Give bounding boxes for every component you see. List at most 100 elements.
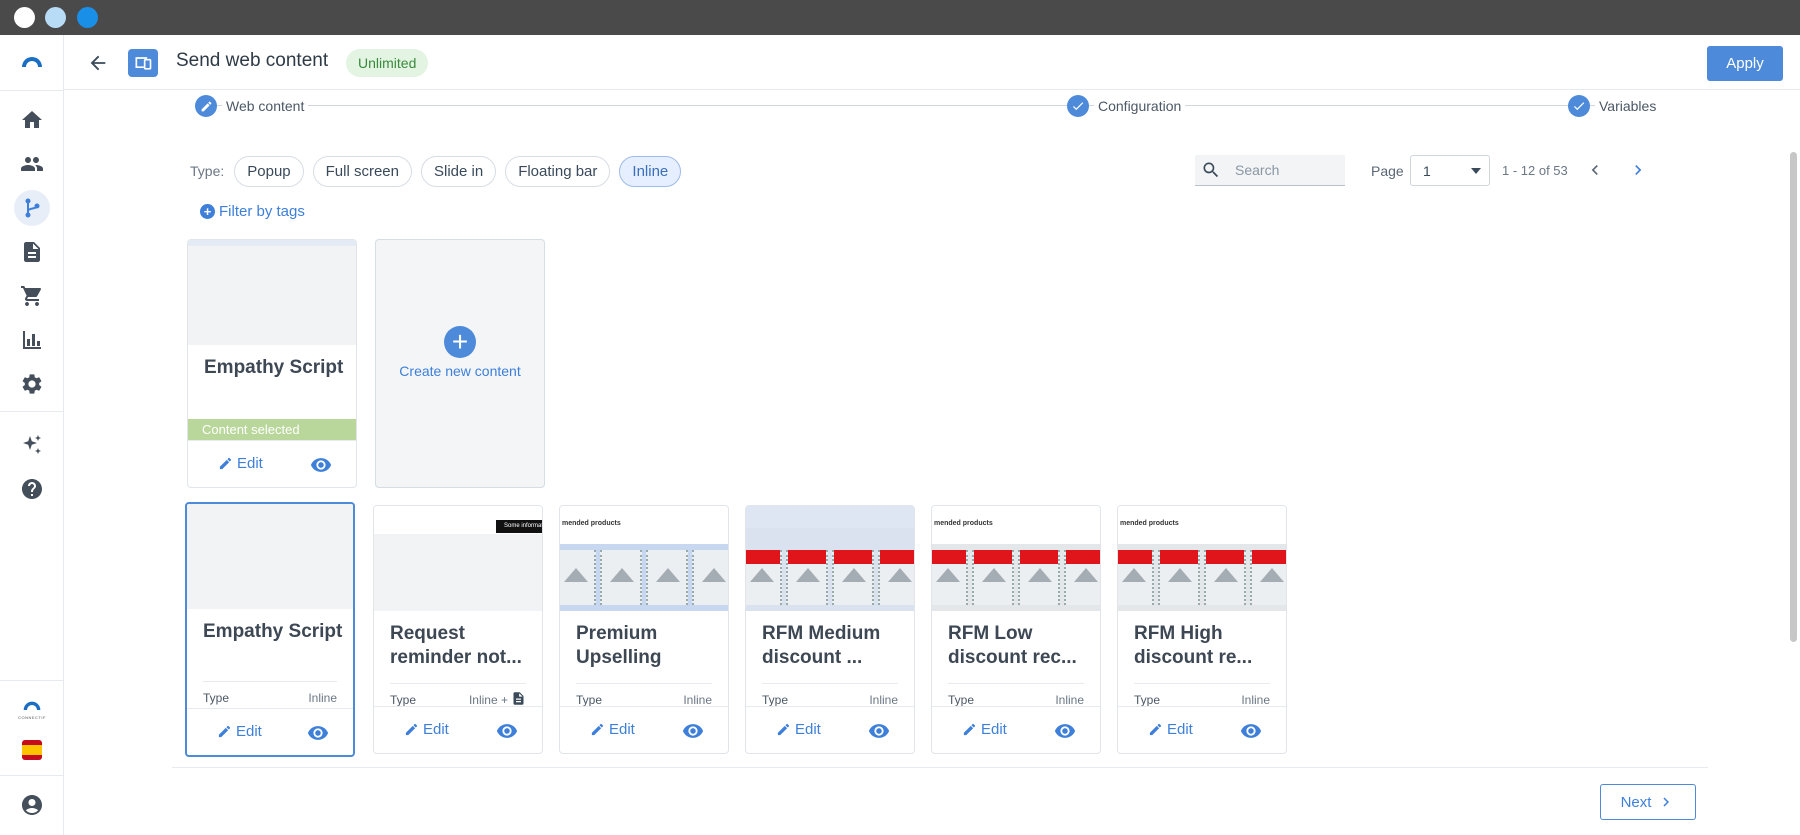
card-type-row: Type Inline: [576, 683, 712, 707]
cart-icon[interactable]: [14, 278, 50, 314]
card-actions: Edit: [374, 706, 542, 753]
footer-divider: [172, 767, 1708, 768]
type-chip-inline[interactable]: Inline: [619, 155, 682, 187]
gear-icon[interactable]: [14, 366, 50, 402]
pencil-icon[interactable]: [195, 95, 217, 117]
window-titlebar: [0, 0, 1800, 35]
window-close-dot[interactable]: [14, 7, 35, 28]
check-icon[interactable]: [1568, 95, 1590, 117]
content-thumbnail: mended products: [560, 506, 728, 611]
limit-badge: Unlimited: [346, 49, 429, 77]
pencil-icon: [218, 725, 231, 738]
contacts-icon[interactable]: [14, 146, 50, 182]
search-input[interactable]: [1235, 159, 1335, 181]
type-chip-full-screen[interactable]: Full screen: [312, 155, 412, 187]
home-icon[interactable]: [14, 102, 50, 138]
card-type-value: Inline: [1055, 693, 1084, 707]
edit-button[interactable]: Edit: [776, 721, 821, 738]
logo-icon[interactable]: [14, 43, 50, 79]
step-configuration[interactable]: Configuration: [1094, 98, 1186, 114]
page-title: Send web content: [176, 50, 329, 71]
type-chip-floating-bar[interactable]: Floating bar: [505, 155, 611, 187]
preview-button[interactable]: [868, 720, 890, 747]
preview-button[interactable]: [1240, 720, 1262, 747]
account-icon[interactable]: [14, 787, 50, 823]
edit-button[interactable]: Edit: [590, 721, 635, 738]
page-select[interactable]: 1: [1410, 155, 1490, 186]
thumbnail-header: [746, 506, 914, 528]
content-card[interactable]: mended products Premium Upselling Type I…: [559, 505, 729, 754]
preview-button[interactable]: [307, 722, 329, 749]
spain-flag-icon[interactable]: [22, 740, 42, 760]
eye-icon: [1054, 724, 1076, 738]
card-title: RFM Medium discount ...: [762, 623, 881, 668]
content-card[interactable]: RFM Medium discount ... Type Inline Edit: [745, 505, 915, 754]
caret-down-icon: [1471, 168, 1481, 174]
next-page-button[interactable]: [1626, 158, 1650, 182]
window-minimize-dot[interactable]: [45, 7, 66, 28]
card-type-row: Type Inline: [1134, 683, 1270, 707]
next-button[interactable]: Next: [1600, 784, 1696, 820]
type-filter-label: Type:: [190, 163, 225, 179]
filter-by-tags-link[interactable]: + Filter by tags: [200, 203, 305, 220]
help-icon[interactable]: [14, 471, 50, 507]
window-maximize-dot[interactable]: [77, 7, 98, 28]
brand-label: CONNECTIF: [18, 715, 46, 720]
edit-button[interactable]: Edit: [218, 455, 263, 472]
apply-button[interactable]: Apply: [1707, 46, 1783, 81]
content-card[interactable]: Some informat Request reminder not... Ty…: [373, 505, 543, 754]
card-title: Request reminder not...: [390, 623, 522, 668]
card-actions: Edit: [560, 706, 728, 753]
create-new-content-card[interactable]: + Create new content: [375, 239, 545, 488]
vertical-scrollbar[interactable]: [1790, 152, 1797, 642]
check-icon[interactable]: [1067, 95, 1089, 117]
bar-chart-icon[interactable]: [14, 322, 50, 358]
thumbnail-tile: [786, 550, 828, 605]
card-type-label: Type: [576, 693, 603, 707]
edit-button[interactable]: Edit: [1148, 721, 1193, 738]
sidebar-divider: [0, 411, 64, 412]
content-card[interactable]: mended products RFM Low discount rec... …: [931, 505, 1101, 754]
content-thumbnail: mended products: [1118, 506, 1286, 611]
edit-label: Edit: [981, 721, 1007, 738]
preview-button[interactable]: [682, 720, 704, 747]
card-type-value: Inline: [308, 691, 337, 705]
document-icon[interactable]: [14, 234, 50, 270]
content-card[interactable]: mended products RFM High discount re... …: [1117, 505, 1287, 754]
content-thumbnail: [188, 240, 356, 345]
card-title: RFM Low discount rec...: [948, 623, 1077, 668]
card-type-label: Type: [948, 693, 975, 707]
brand-logo: CONNECTIF: [10, 697, 54, 725]
step-web-content[interactable]: Web content: [222, 98, 309, 114]
preview-button[interactable]: [1054, 720, 1076, 747]
pencil-icon: [963, 723, 976, 736]
connectif-logo-icon: [23, 701, 41, 710]
type-chip-popup[interactable]: Popup: [234, 155, 304, 187]
preview-button[interactable]: [310, 454, 332, 481]
step-variables[interactable]: Variables: [1595, 98, 1661, 114]
thumbnail-text: Some informat: [496, 520, 542, 533]
content-selected-status: Content selected: [188, 419, 356, 441]
workflow-icon[interactable]: [14, 190, 50, 226]
card-actions: Edit: [746, 706, 914, 753]
edit-button[interactable]: Edit: [404, 721, 449, 738]
thumbnail-tile: [878, 550, 914, 605]
thumbnail-tile: [972, 550, 1014, 605]
preview-button[interactable]: [496, 720, 518, 747]
card-type-row: Type Inline: [948, 683, 1084, 707]
thumbnail-tile: [1158, 550, 1200, 605]
previous-page-button[interactable]: [1583, 158, 1607, 182]
thumbnail-tile: [746, 550, 782, 605]
edit-button[interactable]: Edit: [217, 723, 262, 740]
back-arrow-icon[interactable]: [84, 49, 112, 77]
thumbnail-tile: [560, 550, 596, 605]
card-type-row: Type Inline: [762, 683, 898, 707]
content-card[interactable]: Empathy Script Type Inline Edit: [185, 502, 355, 757]
thumbnail-text: mended products: [1120, 520, 1179, 527]
thumbnail-tile: [1018, 550, 1060, 605]
thumbnail-tile: [1064, 550, 1100, 605]
sparkle-icon[interactable]: [14, 427, 50, 463]
thumbnail-text: mended products: [562, 520, 621, 527]
type-chip-slide-in[interactable]: Slide in: [420, 155, 497, 187]
edit-button[interactable]: Edit: [962, 721, 1007, 738]
